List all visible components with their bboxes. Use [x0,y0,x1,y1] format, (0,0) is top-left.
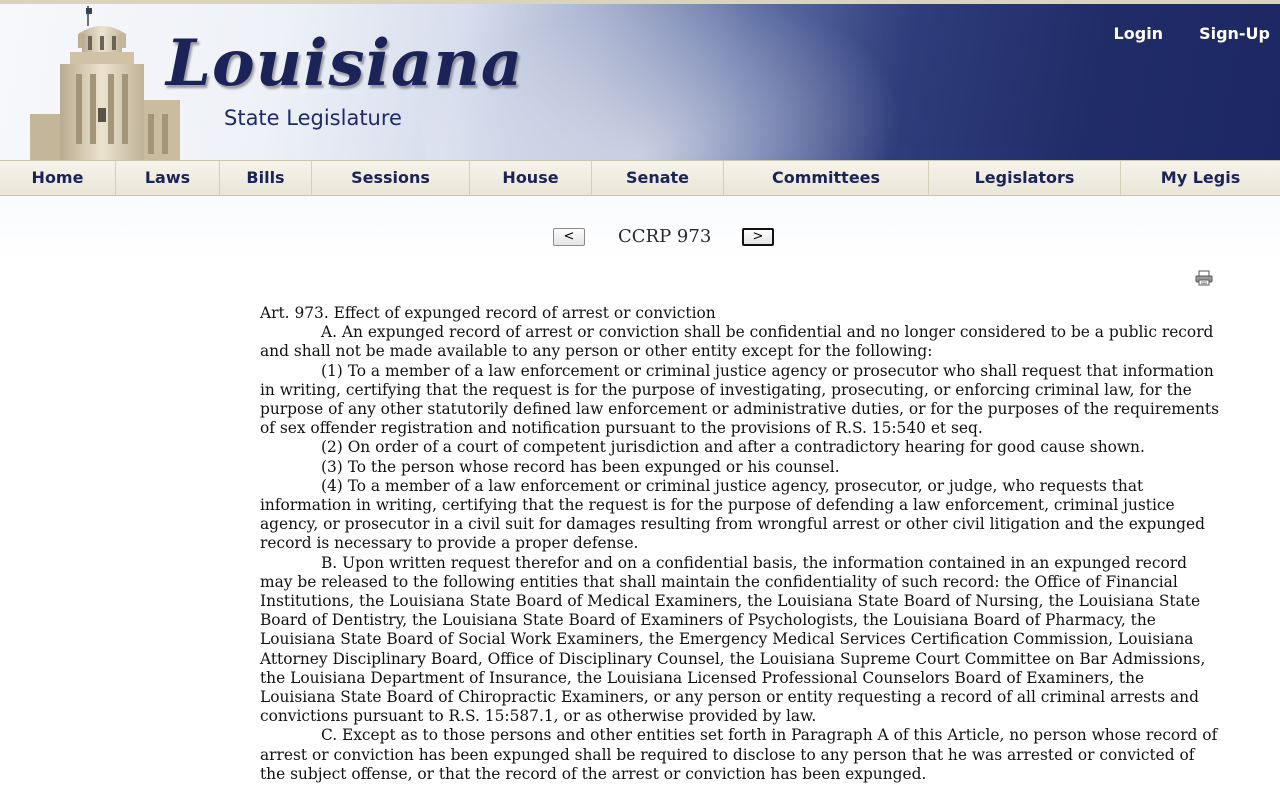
paragraph-a-4: (4) To a member of a law enforcement or … [260,476,1205,553]
nav-item-home[interactable]: Home [0,161,116,195]
nav-item-bills[interactable]: Bills [220,161,312,195]
site-banner: Louisiana State Legislature Login Sign-U… [0,0,1280,160]
paragraph-a-3: (3) To the person whose record has been … [321,457,840,476]
nav-item-committees[interactable]: Committees [724,161,929,195]
capitol-building-image [30,6,180,160]
print-icon[interactable] [1195,270,1213,286]
paragraph-c: C. Except as to those persons and other … [260,726,1218,783]
nav-item-legislators[interactable]: Legislators [929,161,1121,195]
paragraph-a-2: (2) On order of a court of competent jur… [321,438,1145,457]
previous-law-button[interactable]: < [553,228,585,246]
law-pager: < CCRP 973 > [0,226,1280,252]
nav-item-house[interactable]: House [470,161,592,195]
logo-title[interactable]: Louisiana [166,32,523,96]
nav-item-my-legis[interactable]: My Legis [1121,161,1280,195]
law-document: Art. 973. Effect of expunged record of a… [250,294,1230,800]
paragraph-b: B. Upon written request therefor and on … [260,553,1206,726]
paragraph-a-1: (1) To a member of a law enforcement or … [260,361,1219,438]
nav-item-laws[interactable]: Laws [116,161,220,195]
signup-link[interactable]: Sign-Up [1199,24,1270,43]
page: Louisiana State Legislature Login Sign-U… [0,0,1280,800]
login-link[interactable]: Login [1114,24,1164,43]
article-heading: Art. 973. Effect of expunged record of a… [260,304,716,322]
main-nav: Home Laws Bills Sessions House Senate Co… [0,160,1280,196]
next-law-button[interactable]: > [742,228,774,246]
paragraph-a: A. An expunged record of arrest or convi… [260,323,1214,361]
account-links: Login Sign-Up [1114,24,1270,43]
nav-item-sessions[interactable]: Sessions [312,161,470,195]
logo-subtitle: State Legislature [224,106,402,130]
nav-item-senate[interactable]: Senate [592,161,724,195]
law-citation-title: CCRP 973 [618,226,712,247]
